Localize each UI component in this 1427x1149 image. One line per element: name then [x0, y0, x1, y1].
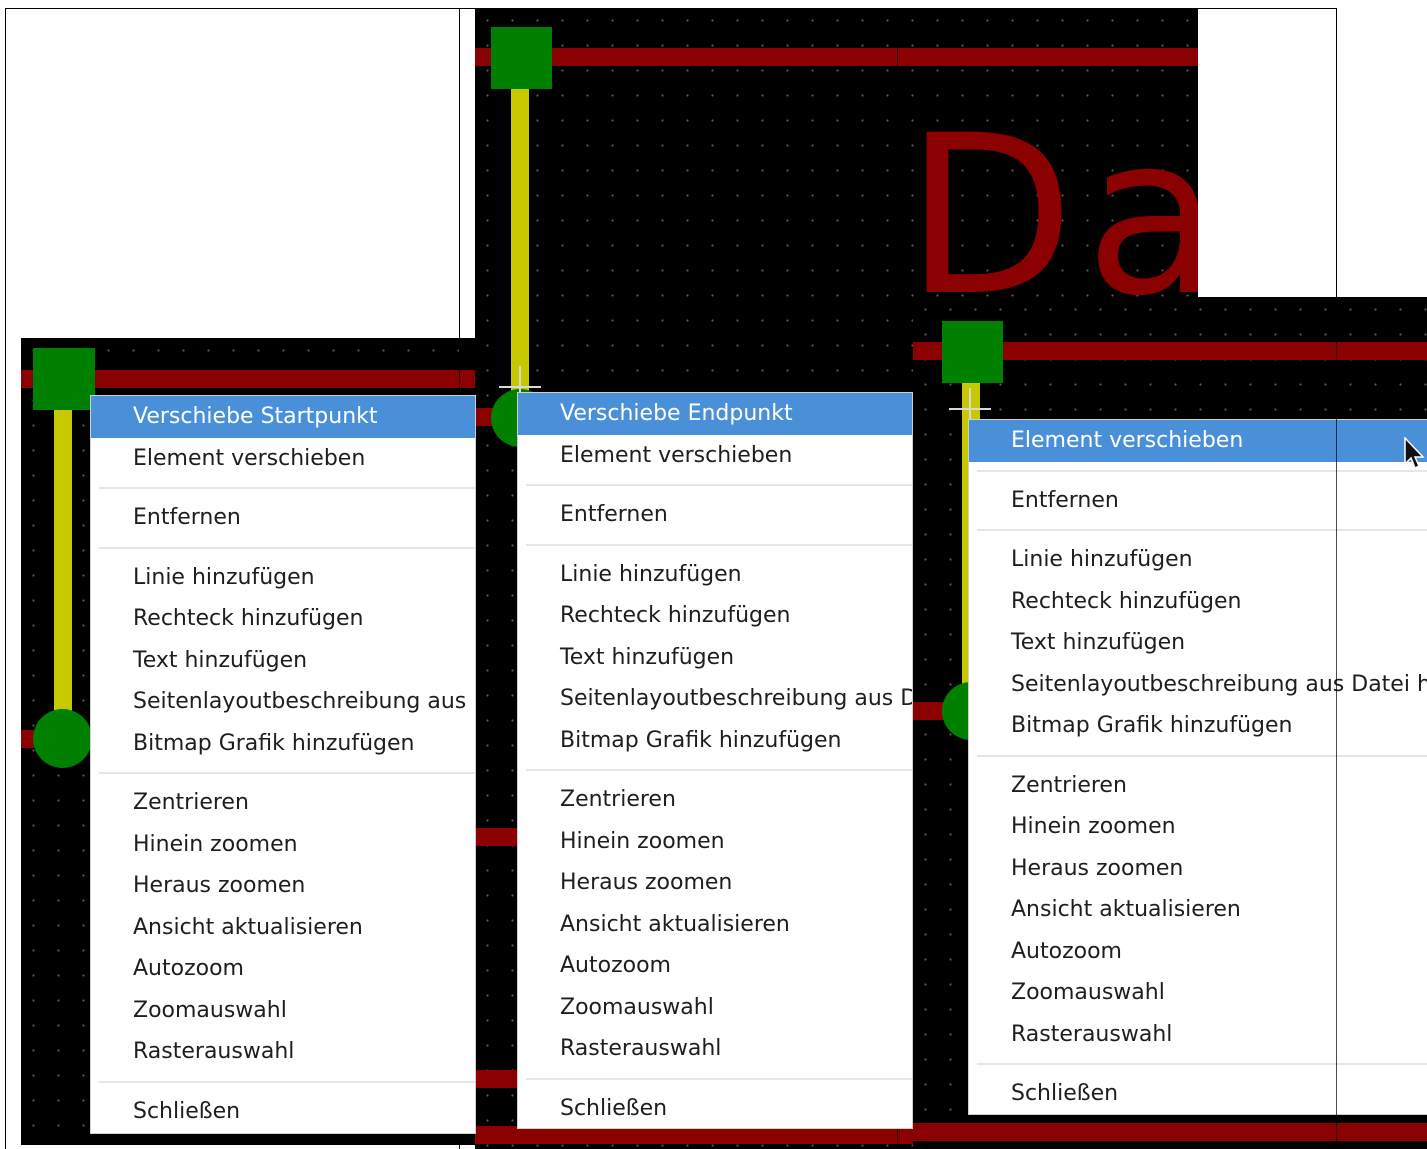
menu-separator [969, 521, 1427, 539]
menu-item-zoomauswahl[interactable]: Zoomauswahl [91, 990, 475, 1032]
line-end-handle[interactable] [33, 709, 92, 768]
context-menu-element[interactable]: Element verschieben Entfernen Linie hinzuf… [969, 420, 1427, 1114]
menu-item-rechteck-hinzufuegen[interactable]: Rechteck hinzufügen [91, 598, 475, 640]
menu-item-hinein-zoomen[interactable]: Hinein zoomen [969, 806, 1427, 848]
menu-item-rasterauswahl[interactable]: Rasterauswahl [91, 1031, 475, 1073]
title-block-letter-a: a [1085, 88, 1198, 344]
menu-item-rasterauswahl[interactable]: Rasterauswahl [969, 1014, 1427, 1056]
selected-line-trace[interactable] [54, 408, 72, 738]
panel-divider-line [1336, 298, 1337, 1149]
title-block-letter-d: D [905, 88, 1075, 344]
menu-separator [91, 764, 475, 782]
menu-separator [969, 462, 1427, 480]
menu-item-rechteck-hinzufuegen[interactable]: Rechteck hinzufügen [969, 581, 1427, 623]
menu-item-ansicht-aktualisieren[interactable]: Ansicht aktualisieren [969, 889, 1427, 931]
frame-right-line [1336, 8, 1337, 298]
menu-item-zentrieren[interactable]: Zentrieren [91, 782, 475, 824]
menu-item-text-hinzufuegen[interactable]: Text hinzufügen [91, 640, 475, 682]
menu-separator [969, 1055, 1427, 1073]
menu-item-seitenlayoutbeschreibung-aus-datei-hinzufuegen[interactable]: Seitenlayoutbeschreibung aus Datei hinzu… [91, 681, 475, 723]
menu-item-linie-hinzufuegen[interactable]: Linie hinzufügen [91, 557, 475, 599]
mouse-pointer-icon [1404, 437, 1425, 470]
page-border-line [913, 1123, 1427, 1141]
menu-separator [91, 479, 475, 497]
menu-item-zoomauswahl[interactable]: Zoomauswahl [518, 987, 912, 1029]
menu-item-text-hinzufuegen[interactable]: Text hinzufügen [969, 622, 1427, 664]
menu-item-hinein-zoomen[interactable]: Hinein zoomen [91, 824, 475, 866]
menu-item-bitmap-grafik-hinzufuegen[interactable]: Bitmap Grafik hinzufügen [969, 705, 1427, 747]
menu-item-autozoom[interactable]: Autozoom [969, 931, 1427, 973]
menu-item-bitmap-grafik-hinzufuegen[interactable]: Bitmap Grafik hinzufügen [518, 720, 912, 762]
menu-item-element-verschieben[interactable]: Element verschieben [91, 438, 475, 480]
menu-item-bitmap-grafik-hinzufuegen[interactable]: Bitmap Grafik hinzufügen [91, 723, 475, 765]
menu-item-entfernen[interactable]: Entfernen [969, 480, 1427, 522]
menu-separator [518, 1070, 912, 1088]
menu-item-rechteck-hinzufuegen[interactable]: Rechteck hinzufügen [518, 595, 912, 637]
menu-item-zentrieren[interactable]: Zentrieren [969, 765, 1427, 807]
line-start-handle[interactable] [33, 348, 95, 410]
menu-item-heraus-zoomen[interactable]: Heraus zoomen [969, 848, 1427, 890]
menu-item-autozoom[interactable]: Autozoom [518, 945, 912, 987]
menu-separator [518, 761, 912, 779]
selected-line-trace[interactable] [511, 88, 529, 398]
menu-item-schliessen[interactable]: Schließen [91, 1091, 475, 1133]
menu-item-autozoom[interactable]: Autozoom [91, 948, 475, 990]
menu-item-ansicht-aktualisieren[interactable]: Ansicht aktualisieren [518, 904, 912, 946]
menu-item-rasterauswahl[interactable]: Rasterauswahl [518, 1028, 912, 1070]
menu-item-heraus-zoomen[interactable]: Heraus zoomen [91, 865, 475, 907]
menu-item-element-verschieben[interactable]: Element verschieben [969, 420, 1427, 462]
line-start-handle[interactable] [491, 27, 552, 89]
menu-item-verschiebe-endpunkt[interactable]: Verschiebe Endpunkt [518, 393, 912, 435]
menu-item-text-hinzufuegen[interactable]: Text hinzufügen [518, 637, 912, 679]
menu-item-hinein-zoomen[interactable]: Hinein zoomen [518, 821, 912, 863]
menu-item-ansicht-aktualisieren[interactable]: Ansicht aktualisieren [91, 907, 475, 949]
context-menu-endpoint[interactable]: Verschiebe Endpunkt Element verschieben En… [518, 393, 912, 1128]
menu-separator [91, 1073, 475, 1091]
menu-item-schliessen[interactable]: Schließen [969, 1073, 1427, 1114]
menu-item-zentrieren[interactable]: Zentrieren [518, 779, 912, 821]
menu-item-schliessen[interactable]: Schließen [518, 1088, 912, 1129]
menu-item-element-verschieben[interactable]: Element verschieben [518, 435, 912, 477]
menu-item-seitenlayoutbeschreibung-aus-datei-hinzufuegen[interactable]: Seitenlayoutbeschreibung aus Datei hinzu… [969, 664, 1427, 706]
context-menu-startpoint[interactable]: Verschiebe Startpunkt Element verschieben… [91, 396, 475, 1133]
menu-item-linie-hinzufuegen[interactable]: Linie hinzufügen [518, 554, 912, 596]
menu-separator [91, 539, 475, 557]
menu-separator [518, 476, 912, 494]
frame-left-line [5, 8, 6, 1149]
menu-item-entfernen[interactable]: Entfernen [518, 494, 912, 536]
menu-item-seitenlayoutbeschreibung-aus-datei-hinzufuegen[interactable]: Seitenlayoutbeschreibung aus Datei hinzu… [518, 678, 912, 720]
line-start-handle[interactable] [942, 321, 1003, 383]
menu-separator [518, 536, 912, 554]
menu-separator [969, 747, 1427, 765]
menu-item-linie-hinzufuegen[interactable]: Linie hinzufügen [969, 539, 1427, 581]
menu-item-heraus-zoomen[interactable]: Heraus zoomen [518, 862, 912, 904]
menu-item-zoomauswahl[interactable]: Zoomauswahl [969, 972, 1427, 1014]
menu-item-verschiebe-startpunkt[interactable]: Verschiebe Startpunkt [91, 396, 475, 438]
page-border-line [475, 48, 1198, 66]
menu-item-entfernen[interactable]: Entfernen [91, 497, 475, 539]
